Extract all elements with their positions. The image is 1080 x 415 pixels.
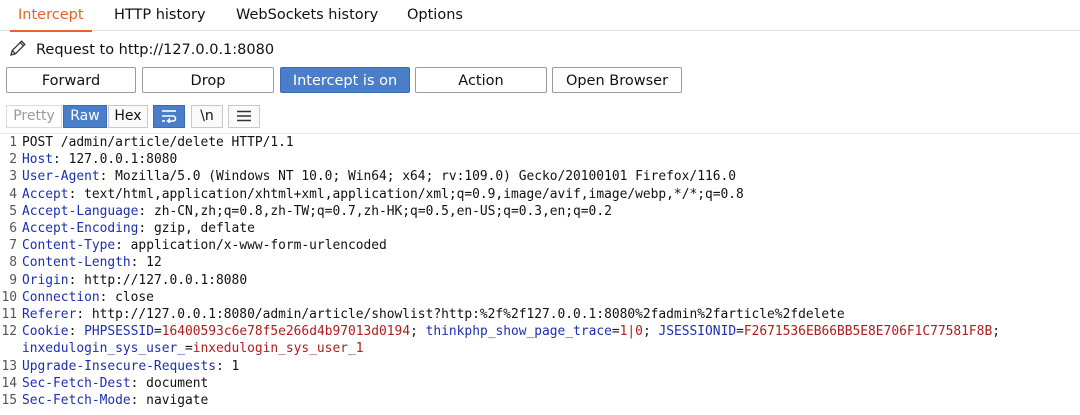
request-line-row: 1 POST /admin/article/delete HTTP/1.1: [9, 135, 294, 150]
request-target-label: Request to http://127.0.0.1:8080: [36, 42, 275, 58]
request-editor[interactable]: 1 POST /admin/article/delete HTTP/1.1 2 Ho…: [0, 134, 1080, 415]
hamburger-menu-icon: [229, 109, 259, 123]
header-row: 4 Accept: text/html,application/xhtml+xml…: [9, 186, 744, 202]
wrap-lines-icon: [154, 109, 184, 123]
header-row: 14 Sec-Fetch-Dest: document: [1, 375, 209, 391]
header-row: 11 Referer: http://127.0.0.1:8080/admin/a…: [1, 307, 845, 322]
action-button[interactable]: Action: [415, 67, 547, 93]
tab-websockets-history[interactable]: WebSockets history: [234, 0, 380, 31]
pretty-view-button[interactable]: Pretty: [6, 105, 62, 128]
header-row: 15 Sec-Fetch-Mode: navigate: [1, 393, 209, 408]
tab-options[interactable]: Options: [405, 0, 465, 31]
header-row: 7 Content-Type: application/x-www-form-ur…: [9, 238, 387, 254]
open-browser-button[interactable]: Open Browser: [552, 67, 682, 93]
header-row: 2 Host: 127.0.0.1:8080: [9, 152, 178, 168]
wrap-lines-button[interactable]: [153, 105, 185, 128]
header-row: 13 Upgrade-Insecure-Requests: 1: [1, 358, 240, 374]
menu-button[interactable]: [228, 105, 260, 128]
tab-http-history[interactable]: HTTP history: [112, 0, 208, 31]
drop-button[interactable]: Drop: [142, 67, 274, 93]
header-row: 8 Content-Length: 12: [9, 255, 162, 271]
show-newlines-button[interactable]: \n: [191, 105, 223, 128]
cookie-header-row: 12 Cookie: PHPSESSID=16400593c6e78f5e266d…: [1, 324, 1000, 340]
header-row: 5 Accept-Language: zh-CN,zh;q=0.8,zh-TW;q…: [9, 203, 612, 219]
header-row: 6 Accept-Encoding: gzip, deflate: [9, 221, 255, 236]
forward-button[interactable]: Forward: [6, 67, 136, 93]
hex-view-button[interactable]: Hex: [108, 105, 148, 128]
tab-bar: Intercept HTTP history WebSockets histor…: [0, 0, 1080, 32]
header-row: 10 Connection: close: [1, 289, 154, 305]
request-info: Request to http://127.0.0.1:8080: [8, 38, 274, 62]
header-row: 9 Origin: http://127.0.0.1:8080: [9, 272, 248, 288]
tab-intercept[interactable]: Intercept: [10, 0, 91, 32]
cookie-header-continuation: inxedulogin_sys_user_=inxedulogin_sys_us…: [22, 341, 364, 357]
pencil-icon: [8, 38, 36, 62]
intercept-toggle-button[interactable]: Intercept is on: [280, 67, 410, 93]
header-row: 3 User-Agent: Mozilla/5.0 (Windows NT 10.…: [9, 169, 737, 185]
raw-view-button[interactable]: Raw: [63, 105, 107, 128]
